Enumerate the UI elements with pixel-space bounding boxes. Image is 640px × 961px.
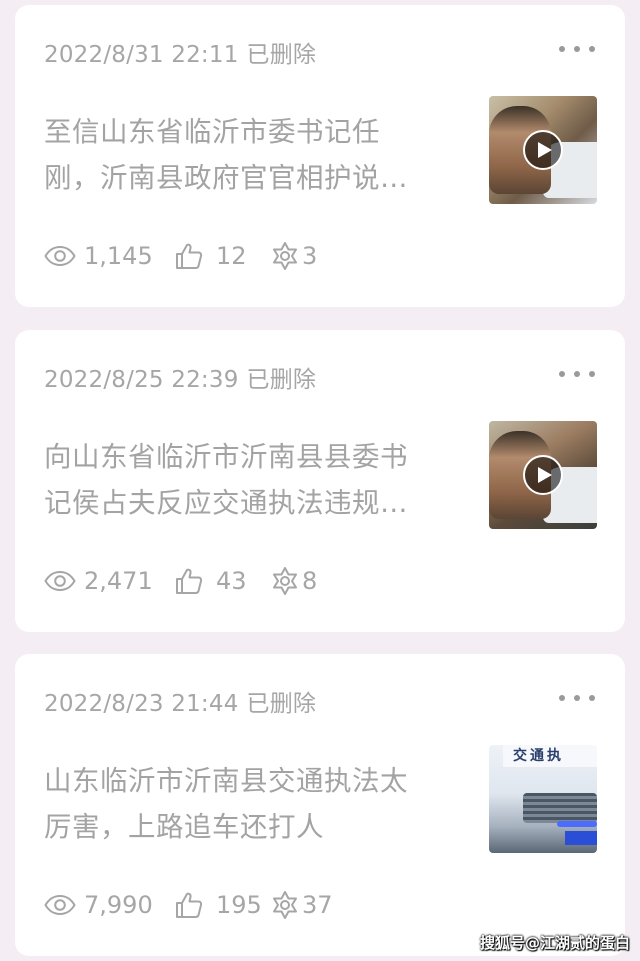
views-stat: 2,471 [44,567,175,595]
post-card[interactable]: 2022/8/25 22:39 已删除 向山东省临沂市沂南县县委书记侯占夫反应交通… [15,330,625,632]
views-count: 2,471 [84,567,153,595]
thumbs-up-icon [176,568,203,594]
likes-count: 195 [216,891,262,919]
share-button[interactable]: 37 [270,890,333,920]
post-date: 2022/8/25 22:39 [44,367,239,393]
post-title[interactable]: 向山东省临沂市沂南县县委书记侯占夫反应交通执法违规… [44,434,424,526]
like-button[interactable]: 195 [175,891,270,919]
post-status: 已删除 [246,691,317,717]
more-dots-icon[interactable] [559,687,595,709]
post-status: 已删除 [246,42,317,68]
views-stat: 1,145 [44,242,175,270]
thumbs-up-icon [176,243,203,269]
share-flower-icon [273,891,297,919]
share-button[interactable]: 3 [270,241,317,271]
play-icon[interactable] [523,130,563,170]
post-meta: 2022/8/23 21:44 已删除 [44,684,316,718]
watermark: 搜狐号@江湖贰的蛋白 [479,934,630,952]
post-stats: 2,471 43 8 [44,566,317,596]
post-meta: 2022/8/31 22:11 已删除 [44,35,316,69]
views-count: 7,990 [84,891,153,919]
share-flower-icon [273,242,297,270]
play-icon[interactable] [523,455,563,495]
eye-icon [44,895,76,915]
image-thumbnail[interactable]: 交通执 [489,745,597,853]
post-stats: 1,145 12 3 [44,241,317,271]
more-dots-icon[interactable] [559,363,595,385]
eye-icon [44,571,76,591]
post-status: 已删除 [246,367,317,393]
views-stat: 7,990 [44,891,175,919]
post-meta: 2022/8/25 22:39 已删除 [44,360,316,394]
post-title[interactable]: 山东临沂市沂南县交通执法太厉害，上路追车还打人 [44,758,424,850]
post-title[interactable]: 至信山东省临沂市委书记任刚，沂南县政府官官相护说… [44,109,424,201]
shares-count: 3 [302,242,318,270]
video-thumbnail[interactable] [489,96,597,204]
thumbs-up-icon [176,892,203,918]
thumbnail-text: 交通执 [503,745,597,767]
post-stats: 7,990 195 37 [44,890,333,920]
shares-count: 8 [302,567,318,595]
post-date: 2022/8/31 22:11 [44,42,239,68]
share-flower-icon [273,567,297,595]
more-dots-icon[interactable] [559,38,595,60]
likes-count: 43 [216,567,247,595]
post-card[interactable]: 2022/8/31 22:11 已删除 至信山东省临沂市委书记任刚，沂南县政府官官… [15,5,625,307]
likes-count: 12 [216,242,247,270]
views-count: 1,145 [84,242,153,270]
video-thumbnail[interactable] [489,421,597,529]
like-button[interactable]: 12 [175,242,270,270]
shares-count: 37 [302,891,333,919]
eye-icon [44,246,76,266]
post-date: 2022/8/23 21:44 [44,691,239,717]
like-button[interactable]: 43 [175,567,270,595]
share-button[interactable]: 8 [270,566,317,596]
post-card[interactable]: 2022/8/23 21:44 已删除 山东临沂市沂南县交通执法太厉害，上路追车还… [15,654,625,956]
